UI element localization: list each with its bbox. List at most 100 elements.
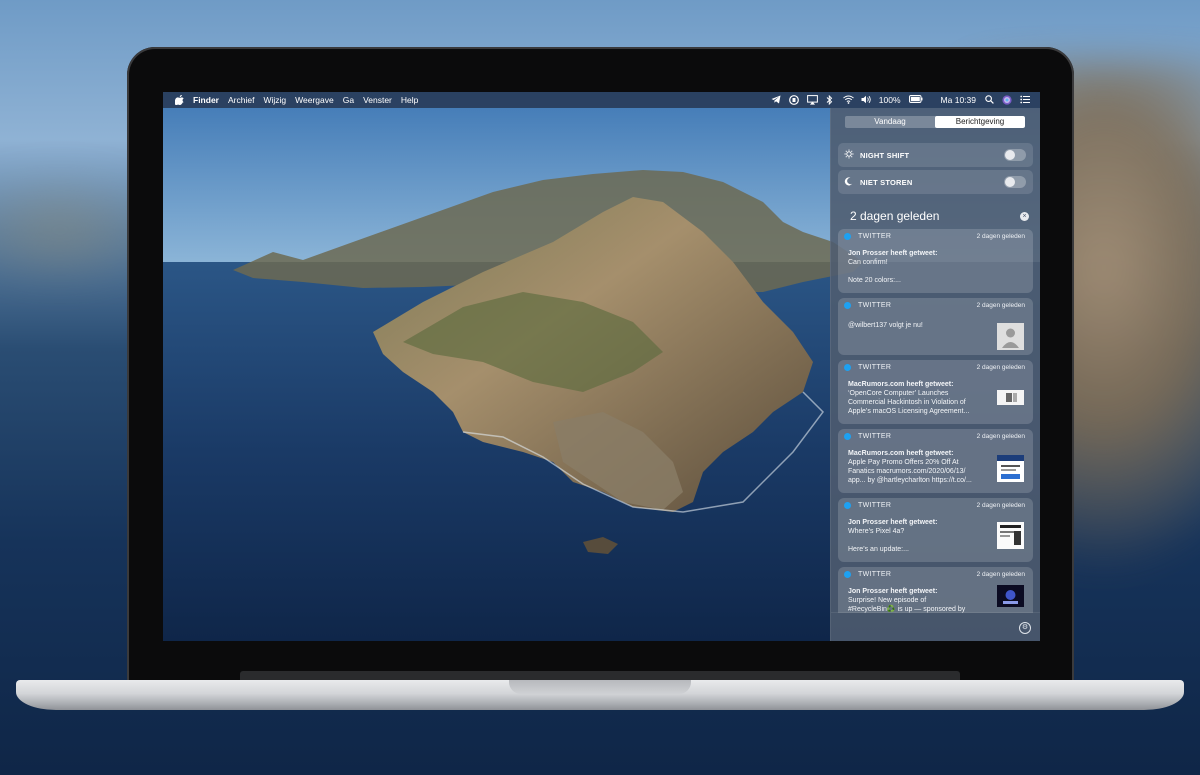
apple-menu-icon[interactable] — [173, 94, 184, 105]
airplay-icon[interactable] — [806, 95, 818, 105]
notification-thumbnail — [997, 522, 1024, 549]
notification-line — [848, 536, 988, 545]
notification-app-name: TWITTER — [858, 232, 892, 240]
notification-time: 2 dagen geleden — [976, 301, 1025, 309]
notification-card[interactable]: TWITTER 2 dagen geleden MacRumors.com he… — [838, 429, 1033, 493]
notification-author: Jon Prosser heeft getweet: — [848, 250, 938, 257]
notification-time: 2 dagen geleden — [976, 501, 1025, 509]
notification-app-name: TWITTER — [858, 501, 892, 509]
notification-card[interactable]: TWITTER 2 dagen geleden Jon Prosser heef… — [838, 229, 1033, 293]
notification-line: Apple’s macOS Licensing Agreement... — [848, 408, 970, 415]
notification-card[interactable]: TWITTER 2 dagen geleden Jon Prosser heef… — [838, 498, 1033, 562]
notification-card[interactable]: TWITTER 2 dagen geleden Jon Prosser heef… — [838, 567, 1033, 613]
screen: Finder Archief Wijzig Weergave Ga Venste… — [163, 92, 1040, 641]
notification-header: TWITTER 2 dagen geleden — [838, 567, 1033, 581]
notification-line: Where’s Pixel 4a? — [848, 528, 905, 535]
notification-thumbnail — [997, 455, 1024, 482]
siri-icon[interactable] — [1002, 95, 1012, 105]
tab-vandaag[interactable]: Vandaag — [845, 116, 935, 128]
gear-icon[interactable]: ⚙ — [1019, 622, 1031, 634]
toggle-knob — [1005, 177, 1015, 187]
notification-line: Fanatics macrumors.com/2020/06/13/ — [848, 468, 966, 475]
notification-time: 2 dagen geleden — [976, 232, 1025, 240]
spotlight-search-icon[interactable] — [984, 95, 994, 105]
menu-bar: Finder Archief Wijzig Weergave Ga Venste… — [163, 92, 1040, 108]
twitter-app-icon — [844, 301, 851, 309]
notification-app-name: TWITTER — [858, 432, 892, 440]
night-shift-icon — [844, 149, 856, 161]
notification-time: 2 dagen geleden — [976, 363, 1025, 371]
notification-header: TWITTER 2 dagen geleden — [838, 298, 1033, 312]
notification-author: Jon Prosser heeft getweet: — [848, 519, 938, 526]
notification-line: @wilbert137 volgt je nu! — [848, 322, 923, 329]
notification-thumbnail — [997, 585, 1024, 607]
notification-line: Here’s an update:... — [848, 546, 909, 553]
notification-line: Apple Pay Promo Offers 20% Off At — [848, 459, 959, 466]
notification-body: MacRumors.com heeft getweet: ‘OpenCore C… — [848, 380, 988, 416]
night-shift-row: NIGHT SHIFT — [838, 143, 1033, 167]
notification-body: @wilbert137 volgt je nu! — [848, 321, 988, 330]
notification-app-name: TWITTER — [858, 363, 892, 371]
menu-venster[interactable]: Venster — [363, 95, 392, 105]
notification-header: TWITTER 2 dagen geleden — [838, 360, 1033, 374]
notification-center-tabs: Vandaag Berichtgeving — [845, 116, 1025, 128]
moon-icon — [844, 176, 856, 188]
notification-line: Commercial Hackintosh in Violation of — [848, 399, 966, 406]
notification-app-name: TWITTER — [858, 301, 892, 309]
notification-body: Jon Prosser heeft getweet: Surprise! New… — [848, 587, 988, 613]
notification-author: MacRumors.com heeft getweet: — [848, 381, 954, 388]
notification-body: MacRumors.com heeft getweet: Apple Pay P… — [848, 449, 988, 485]
notification-line: app... by @hartleycharlton https://t.co/… — [848, 477, 972, 484]
laptop-notch — [509, 680, 691, 694]
notification-header: TWITTER 2 dagen geleden — [838, 229, 1033, 243]
night-shift-label: NIGHT SHIFT — [860, 150, 910, 160]
menu-help[interactable]: Help — [401, 95, 418, 105]
menu-wijzig[interactable]: Wijzig — [263, 95, 286, 105]
toggle-knob — [1005, 150, 1015, 160]
twitter-app-icon — [844, 363, 851, 371]
notification-center: Vandaag Berichtgeving NIGHT SHIFT NIET S… — [830, 108, 1040, 641]
notification-header: TWITTER 2 dagen geleden — [838, 498, 1033, 512]
notification-header: TWITTER 2 dagen geleden — [838, 429, 1033, 443]
notification-line — [848, 267, 988, 276]
menu-finder[interactable]: Finder — [193, 95, 219, 105]
notification-line: ‘OpenCore Computer’ Launches — [848, 390, 949, 397]
battery-icon[interactable] — [908, 95, 923, 105]
notification-center-footer: ⚙ — [831, 612, 1040, 641]
menu-ga[interactable]: Ga — [343, 95, 354, 105]
volume-icon[interactable] — [861, 95, 871, 105]
twitter-app-icon — [844, 432, 851, 440]
battery-percentage: 100% — [878, 95, 901, 105]
do-not-disturb-label: NIET STOREN — [860, 177, 913, 187]
notification-time: 2 dagen geleden — [976, 570, 1025, 578]
notification-body: Jon Prosser heeft getweet: Where’s Pixel… — [848, 518, 988, 554]
notification-card[interactable]: TWITTER 2 dagen geleden MacRumors.com he… — [838, 360, 1033, 424]
bluetooth-icon[interactable] — [825, 94, 835, 106]
do-not-disturb-row: NIET STOREN — [838, 170, 1033, 194]
notification-line: Can confirm! — [848, 259, 888, 266]
clear-group-close-icon[interactable]: × — [1020, 212, 1029, 221]
notification-thumbnail — [997, 390, 1024, 405]
notification-center-icon[interactable] — [1020, 95, 1030, 105]
notification-time: 2 dagen geleden — [976, 432, 1025, 440]
menubar-clock[interactable]: Ma 10:39 — [941, 95, 976, 105]
avatar — [997, 323, 1024, 350]
notification-author: Jon Prosser heeft getweet: — [848, 588, 938, 595]
wifi-icon[interactable] — [842, 95, 854, 105]
adblock-icon[interactable] — [788, 95, 799, 105]
telegram-icon[interactable] — [771, 95, 781, 105]
do-not-disturb-toggle[interactable] — [1004, 176, 1026, 188]
twitter-app-icon — [844, 232, 851, 240]
tab-berichtgeving[interactable]: Berichtgeving — [935, 116, 1025, 128]
notification-line: Note 20 colors:... — [848, 277, 901, 284]
menu-archief[interactable]: Archief — [228, 95, 254, 105]
notification-card[interactable]: TWITTER 2 dagen geleden @wilbert137 volg… — [838, 298, 1033, 355]
notification-author: MacRumors.com heeft getweet: — [848, 450, 954, 457]
notification-line: Surprise! New episode of — [848, 597, 927, 604]
notification-app-name: TWITTER — [858, 570, 892, 578]
twitter-app-icon — [844, 501, 851, 509]
menu-weergave[interactable]: Weergave — [295, 95, 334, 105]
night-shift-toggle[interactable] — [1004, 149, 1026, 161]
notification-body: Jon Prosser heeft getweet: Can confirm! … — [848, 249, 988, 285]
twitter-app-icon — [844, 570, 851, 578]
